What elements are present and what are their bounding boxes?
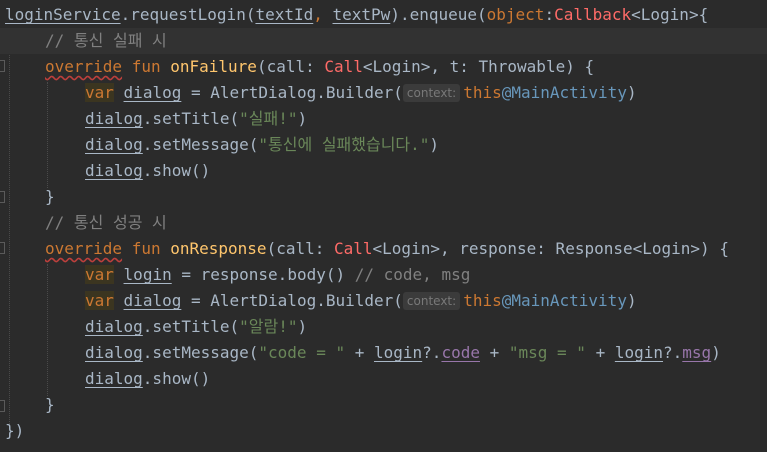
token: .setTitle( [142,109,240,128]
token: + [479,343,509,362]
parameter-hint: context: [402,292,461,310]
token: var [85,265,114,284]
token: , t: Throwable) { [430,57,595,76]
token: dialog [123,291,182,310]
token: .show() [142,161,211,180]
code-line-1[interactable]: loginService.requestLogin(textId, textPw… [0,2,767,28]
token: .setMessage( [142,135,259,154]
token: , [313,5,333,24]
token: code [441,343,480,362]
comment: // 통신 실패 시 [45,31,167,50]
token: fun [122,239,171,258]
token: <Login>{ [631,5,709,24]
code-line-9[interactable]: // 통신 성공 시 [0,210,767,236]
token: this [463,83,502,102]
token: = AlertDialog.Builder( [181,83,403,102]
token: dialog [85,317,143,336]
token: login [374,343,423,362]
code-line-13[interactable]: dialog.setTitle("알람!") [0,314,767,340]
token: .requestLogin( [120,5,256,24]
token: dialog [85,161,143,180]
token: (call: [266,239,334,258]
token: "msg = " [508,343,586,362]
token: login [614,343,664,362]
token: Call [324,57,363,76]
token: + [345,343,374,362]
token: (call: [256,57,325,76]
token: onResponse [170,239,267,258]
token: var [85,83,114,102]
token: "알람!" [239,317,298,336]
token: ) [429,135,440,154]
token: ?. [663,343,683,362]
token: .setTitle( [142,317,240,336]
code-line-15[interactable]: dialog.show() [0,366,767,392]
token: textPw [332,5,391,24]
token: @MainActivity [501,291,627,310]
token: fun [122,57,171,76]
code-line-14[interactable]: dialog.setMessage("code = " + login?.cod… [0,340,767,366]
parameter-hint: context: [402,84,461,102]
token: object [486,5,545,24]
token: ) [297,317,308,336]
token: ) [626,291,637,310]
code-line-17[interactable]: }) [0,418,767,444]
token: msg [682,343,712,362]
token: dialog [85,369,143,388]
token: = AlertDialog.Builder( [181,291,403,310]
token: Call [334,239,373,258]
code-line-12[interactable]: var dialog = AlertDialog.Builder(context… [0,288,767,314]
token: dialog [123,83,182,102]
code-line-8[interactable]: } [0,184,767,210]
token: + [585,343,615,362]
code-line-10[interactable]: override fun onResponse(call: Call<Login… [0,236,767,262]
token: "실패!" [239,109,298,128]
code-line-5[interactable]: dialog.setTitle("실패!") [0,106,767,132]
token: loginService [5,5,121,24]
token: <Login> [362,57,431,76]
token: dialog [85,343,143,362]
token: override [45,57,123,76]
token: .show() [142,369,211,388]
token: @MainActivity [501,83,627,102]
code-line-3[interactable]: override fun onFailure(call: Call<Login>… [0,54,767,80]
token: } [45,187,55,206]
token: ) [711,343,721,362]
code-line-16[interactable]: } [0,392,767,418]
token: onFailure [170,57,257,76]
token: } [45,395,55,414]
code-line-2[interactable]: // 통신 실패 시 [0,28,767,54]
comment: // 통신 성공 시 [45,213,167,232]
code-line-4[interactable]: var dialog = AlertDialog.Builder(context… [0,80,767,106]
token: ).enqueue( [390,5,487,24]
token: dialog [85,109,143,128]
token: = response.body() [171,265,355,284]
token: textId [255,5,314,24]
token: : [544,5,555,24]
token: ?. [422,343,442,362]
code-editor[interactable]: loginService.requestLogin(textId, textPw… [0,0,767,452]
comment: // code, msg [354,265,471,284]
token: ) [297,109,308,128]
code-line-7[interactable]: dialog.show() [0,158,767,184]
token: dialog [85,135,143,154]
code-line-6[interactable]: dialog.setMessage("통신에 실패했습니다.") [0,132,767,158]
token: "code = " [258,343,346,362]
token: override [45,239,123,258]
token: <Login>, response: Response<Login>) { [372,239,729,258]
token: var [85,291,114,310]
token: login [123,265,172,284]
token: }) [5,421,25,440]
token: ) [626,83,637,102]
token: Callback [554,5,632,24]
token: "통신에 실패했습니다." [258,135,430,154]
token: this [463,291,502,310]
code-line-11[interactable]: var login = response.body() // code, msg [0,262,767,288]
token: .setMessage( [142,343,259,362]
